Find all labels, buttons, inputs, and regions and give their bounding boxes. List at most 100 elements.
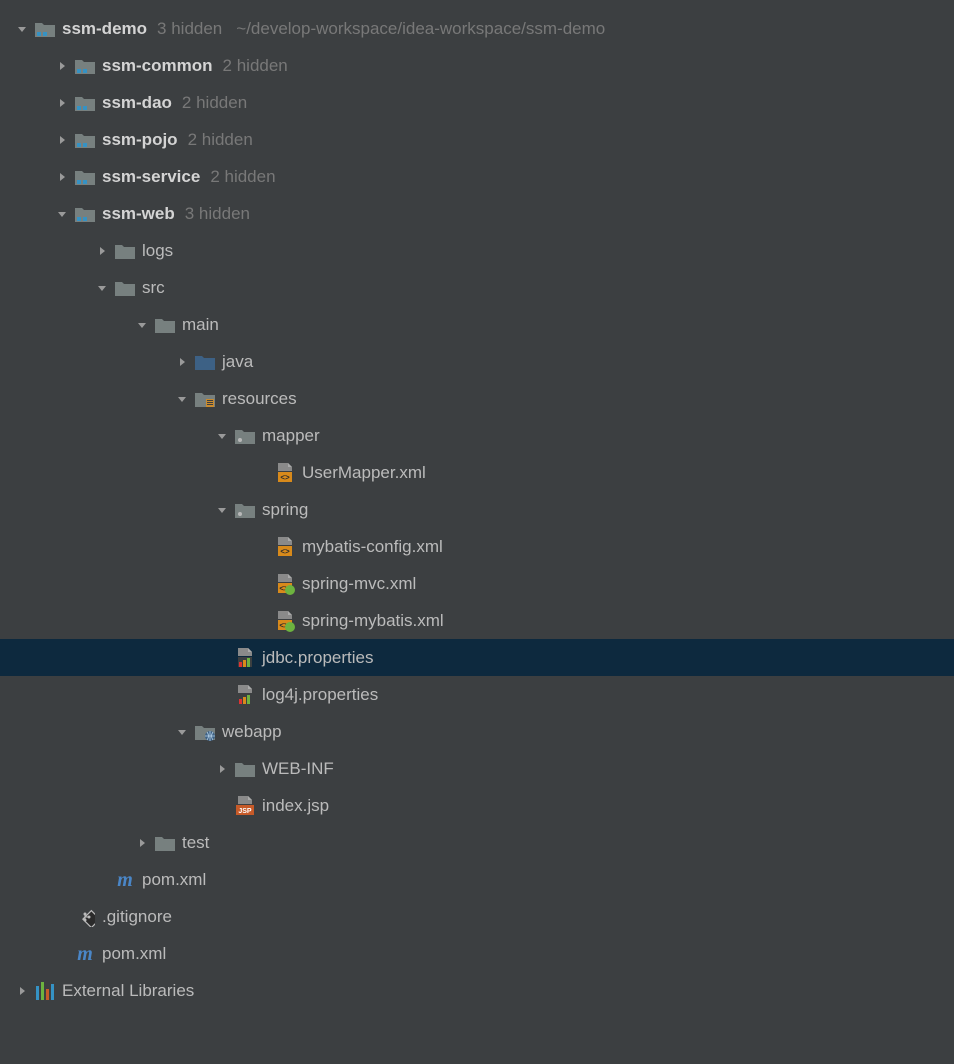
chevron-right-icon xyxy=(214,761,230,777)
folder-label: main xyxy=(182,315,219,335)
root-path: ~/develop-workspace/idea-workspace/ssm-d… xyxy=(236,19,605,39)
root-hint: 3 hidden xyxy=(157,19,222,39)
file-label: jdbc.properties xyxy=(262,648,374,668)
tree-row-jdbc-properties[interactable]: jdbc.properties xyxy=(0,639,954,676)
tree-row-log4j-properties[interactable]: log4j.properties xyxy=(0,676,954,713)
chevron-right-icon xyxy=(54,132,70,148)
module-name: ssm-service xyxy=(102,167,200,187)
module-folder-icon xyxy=(74,203,96,225)
file-label: .gitignore xyxy=(102,907,172,927)
chevron-right-icon xyxy=(174,354,190,370)
tree-row-spring[interactable]: spring xyxy=(0,491,954,528)
chevron-right-icon xyxy=(54,95,70,111)
tree-row-test[interactable]: test xyxy=(0,824,954,861)
tree-row-spring-mybatis-xml[interactable]: <> spring-mybatis.xml xyxy=(0,602,954,639)
module-hint: 2 hidden xyxy=(210,167,275,187)
xml-file-icon: <> xyxy=(274,462,296,484)
folder-label: spring xyxy=(262,500,308,520)
folder-label: test xyxy=(182,833,209,853)
ext-lib-label: External Libraries xyxy=(62,981,194,1001)
folder-label: mapper xyxy=(262,426,320,446)
tree-row-ssm-service[interactable]: ssm-service 2 hidden xyxy=(0,158,954,195)
file-label: pom.xml xyxy=(102,944,166,964)
module-folder-icon xyxy=(34,18,56,40)
package-folder-icon xyxy=(234,425,256,447)
module-folder-icon xyxy=(74,166,96,188)
svg-text:<>: <> xyxy=(280,547,290,556)
tree-row-root[interactable]: ssm-demo 3 hidden ~/develop-workspace/id… xyxy=(0,10,954,47)
tree-row-ssm-pojo[interactable]: ssm-pojo 2 hidden xyxy=(0,121,954,158)
tree-row-external-libraries[interactable]: External Libraries xyxy=(0,972,954,1009)
chevron-down-icon xyxy=(214,428,230,444)
file-label: pom.xml xyxy=(142,870,206,890)
source-folder-icon xyxy=(194,351,216,373)
maven-file-icon: m xyxy=(74,943,96,965)
folder-icon xyxy=(234,758,256,780)
folder-icon xyxy=(154,314,176,336)
tree-row-mybatis-config-xml[interactable]: <> mybatis-config.xml xyxy=(0,528,954,565)
chevron-down-icon xyxy=(174,391,190,407)
tree-row-mapper[interactable]: mapper xyxy=(0,417,954,454)
tree-row-main[interactable]: main xyxy=(0,306,954,343)
chevron-right-icon xyxy=(134,835,150,851)
module-name: ssm-web xyxy=(102,204,175,224)
tree-row-ssm-web[interactable]: ssm-web 3 hidden xyxy=(0,195,954,232)
folder-label: src xyxy=(142,278,165,298)
module-hint: 2 hidden xyxy=(182,93,247,113)
tree-row-gitignore[interactable]: .gitignore xyxy=(0,898,954,935)
module-name: ssm-common xyxy=(102,56,213,76)
folder-label: logs xyxy=(142,241,173,261)
spring-config-file-icon: <> xyxy=(274,573,296,595)
tree-row-webapp[interactable]: webapp xyxy=(0,713,954,750)
git-file-icon xyxy=(74,906,96,928)
file-label: log4j.properties xyxy=(262,685,378,705)
tree-row-index-jsp[interactable]: JSP index.jsp xyxy=(0,787,954,824)
tree-row-resources[interactable]: resources xyxy=(0,380,954,417)
web-folder-icon xyxy=(194,721,216,743)
chevron-right-icon xyxy=(14,983,30,999)
folder-label: java xyxy=(222,352,253,372)
tree-row-web-inf[interactable]: WEB-INF xyxy=(0,750,954,787)
folder-label: webapp xyxy=(222,722,282,742)
svg-text:<>: <> xyxy=(280,473,290,482)
folder-label: resources xyxy=(222,389,297,409)
module-hint: 2 hidden xyxy=(223,56,288,76)
tree-row-src[interactable]: src xyxy=(0,269,954,306)
libraries-icon xyxy=(34,980,56,1002)
spring-config-file-icon: <> xyxy=(274,610,296,632)
root-name: ssm-demo xyxy=(62,19,147,39)
tree-row-java[interactable]: java xyxy=(0,343,954,380)
tree-row-spring-mvc-xml[interactable]: <> spring-mvc.xml xyxy=(0,565,954,602)
module-folder-icon xyxy=(74,55,96,77)
tree-row-pom-web[interactable]: m pom.xml xyxy=(0,861,954,898)
resources-folder-icon xyxy=(194,388,216,410)
folder-label: WEB-INF xyxy=(262,759,334,779)
tree-row-usermapper-xml[interactable]: <> UserMapper.xml xyxy=(0,454,954,491)
chevron-down-icon xyxy=(94,280,110,296)
chevron-down-icon xyxy=(134,317,150,333)
chevron-down-icon xyxy=(214,502,230,518)
xml-file-icon: <> xyxy=(274,536,296,558)
tree-row-pom-root[interactable]: m pom.xml xyxy=(0,935,954,972)
file-label: UserMapper.xml xyxy=(302,463,426,483)
file-label: spring-mvc.xml xyxy=(302,574,416,594)
chevron-right-icon xyxy=(54,169,70,185)
module-folder-icon xyxy=(74,129,96,151)
properties-file-icon xyxy=(234,684,256,706)
module-folder-icon xyxy=(74,92,96,114)
svg-text:JSP: JSP xyxy=(238,808,252,815)
file-label: index.jsp xyxy=(262,796,329,816)
chevron-down-icon xyxy=(14,21,30,37)
tree-row-logs[interactable]: logs xyxy=(0,232,954,269)
chevron-right-icon xyxy=(54,58,70,74)
jsp-file-icon: JSP xyxy=(234,795,256,817)
chevron-right-icon xyxy=(94,243,110,259)
tree-row-ssm-dao[interactable]: ssm-dao 2 hidden xyxy=(0,84,954,121)
module-hint: 2 hidden xyxy=(188,130,253,150)
maven-file-icon: m xyxy=(114,869,136,891)
file-label: mybatis-config.xml xyxy=(302,537,443,557)
module-name: ssm-pojo xyxy=(102,130,178,150)
chevron-down-icon xyxy=(54,206,70,222)
folder-icon xyxy=(154,832,176,854)
tree-row-ssm-common[interactable]: ssm-common 2 hidden xyxy=(0,47,954,84)
